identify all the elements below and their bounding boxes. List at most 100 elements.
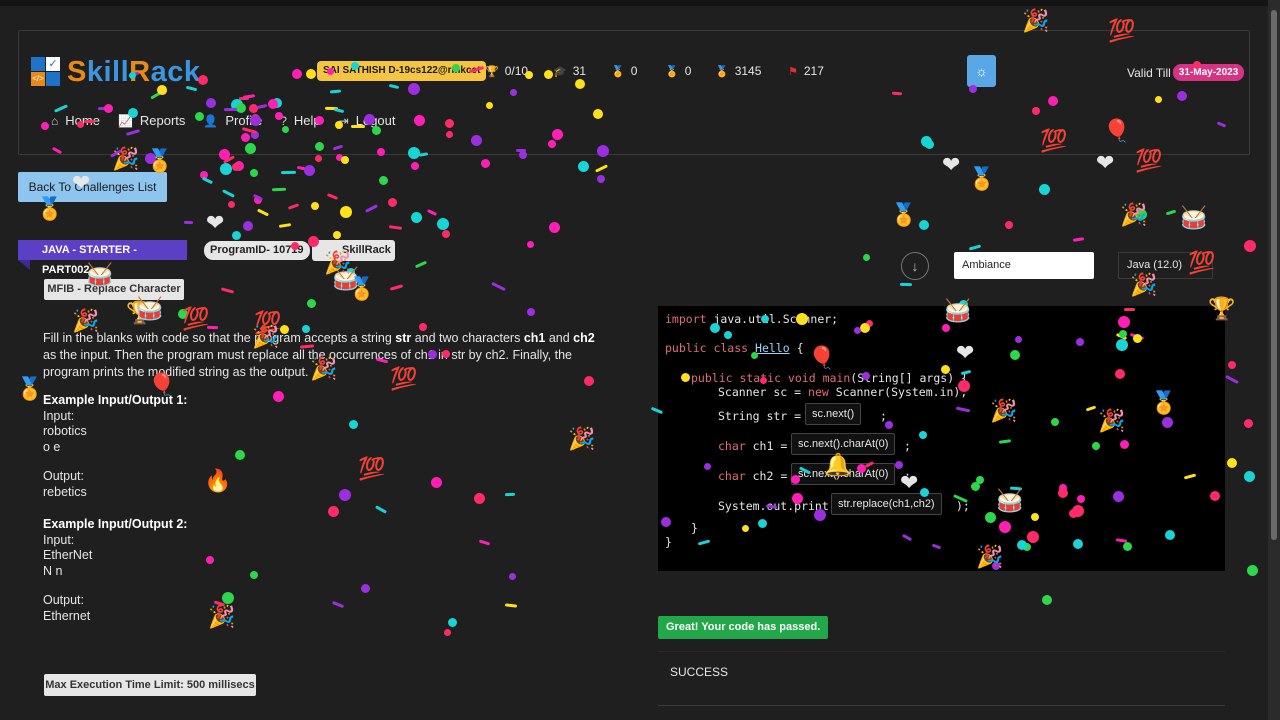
confetti-piece [742, 525, 749, 532]
confetti-piece [1123, 542, 1132, 551]
confetti-piece [1228, 361, 1236, 369]
confetti-piece [304, 165, 315, 176]
confetti-emoji-icon: 🎈 [148, 372, 176, 397]
confetti-piece [77, 121, 84, 128]
confetti-piece [379, 176, 388, 185]
confetti-piece [791, 475, 800, 484]
confetti-piece [411, 212, 422, 223]
confetti-piece [510, 89, 517, 96]
confetti-emoji-icon: ❤ [900, 470, 919, 495]
confetti-piece [976, 476, 984, 484]
confetti-piece [315, 142, 324, 151]
confetti-piece [792, 493, 803, 504]
blank-1-field[interactable]: sc.next() [805, 403, 862, 425]
confetti-emoji-icon: ❤ [942, 152, 961, 177]
track-ribbon: JAVA - STARTER - PART002 [18, 240, 187, 276]
confetti-piece [1227, 458, 1237, 468]
page-scrollbar[interactable] [1268, 0, 1280, 720]
confetti-piece [862, 372, 870, 380]
confetti-piece [377, 148, 385, 156]
confetti-piece [969, 85, 977, 93]
confetti-emoji-icon: 🏅 [16, 376, 44, 401]
confetti-piece [1120, 440, 1129, 449]
confetti-piece [704, 463, 711, 470]
arrow-down-circle-icon[interactable]: ↓ [901, 252, 929, 280]
confetti-piece [250, 115, 261, 126]
user-icon: 👤 [203, 113, 219, 128]
confetti-piece [1133, 334, 1142, 343]
confetti-piece [250, 571, 258, 579]
confetti-piece [1092, 442, 1100, 450]
confetti-piece [814, 509, 826, 521]
confetti-piece [206, 98, 216, 108]
confetti-piece [302, 325, 310, 333]
logo-mark-icon: ✓ </> [31, 57, 61, 87]
ribbon-tail [18, 260, 30, 270]
confetti-piece [306, 69, 316, 79]
medal-red-icon: 🏅 [715, 65, 729, 78]
confetti-piece [525, 71, 533, 79]
confetti-piece [206, 556, 214, 564]
confetti-piece [724, 331, 732, 339]
confetti-emoji-icon: 🎉 [208, 604, 236, 629]
confetti-piece [999, 521, 1011, 533]
confetti-piece [414, 115, 425, 126]
confetti-piece [245, 143, 256, 154]
confetti-piece [315, 155, 322, 162]
confetti-piece [1039, 184, 1050, 195]
confetti-emoji-icon: 🎉 [310, 356, 338, 381]
confetti-emoji-icon: 🏅 [36, 196, 64, 221]
confetti-piece [444, 629, 451, 636]
confetti-piece [275, 112, 283, 120]
confetti-piece [311, 202, 319, 210]
theme-toggle-button[interactable]: ☼ [967, 55, 996, 87]
confetti-piece [222, 592, 234, 604]
confetti-piece [481, 159, 490, 168]
confetti-emoji-icon: 🥁 [944, 298, 972, 323]
confetti-emoji-icon: 💯 [182, 306, 210, 331]
confetti-emoji-icon: 🎉 [976, 544, 1004, 569]
confetti-piece [241, 133, 250, 142]
confetti-piece [448, 618, 457, 627]
confetti-piece [760, 377, 767, 384]
confetti-piece [282, 126, 289, 133]
medal-gold-icon: 🏅 [611, 65, 625, 78]
confetti-piece [921, 136, 932, 147]
confetti-piece [919, 431, 927, 439]
confetti-piece [1193, 61, 1201, 69]
confetti-piece [408, 83, 420, 95]
confetti-emoji-icon: 💯 [1188, 250, 1216, 275]
confetti-piece [442, 350, 450, 358]
confetti-emoji-icon: 🏆 [1208, 296, 1236, 321]
confetti-piece [442, 230, 450, 238]
confetti-piece [549, 222, 560, 233]
confetti-piece [232, 231, 241, 240]
confetti-piece [471, 135, 482, 146]
confetti-emoji-icon: 🎉 [1022, 8, 1050, 33]
confetti-piece [198, 75, 208, 85]
stat-flags: ⚑ 217 [788, 64, 824, 78]
confetti-piece [1162, 417, 1173, 428]
confetti-piece [1027, 531, 1039, 543]
example-1: Example Input/Output 1: Input: robotics … [43, 393, 188, 499]
skillrack-logo[interactable]: ✓ </> SkillRack [31, 56, 201, 88]
confetti-piece [584, 376, 594, 386]
confetti-piece [339, 489, 351, 501]
confetti-piece [104, 104, 113, 113]
confetti-piece [223, 107, 238, 112]
confetti-emoji-icon: 💯 [358, 456, 386, 481]
confetti-piece [349, 420, 358, 429]
valid-date-badge: 31-May-2023 [1172, 64, 1245, 81]
editor-theme-select[interactable]: Ambiance [954, 252, 1094, 279]
confetti-piece [364, 114, 375, 125]
confetti-piece [1032, 107, 1040, 115]
stat-gold: 🏅 0 [611, 64, 638, 78]
confetti-emoji-icon: 🎉 [112, 146, 140, 171]
confetti-piece [1058, 488, 1068, 498]
confetti-piece [1072, 505, 1084, 517]
scrollbar-thumb[interactable] [1271, 10, 1277, 540]
confetti-piece [486, 102, 493, 109]
confetti-piece [41, 122, 49, 130]
confetti-emoji-icon: 🎉 [72, 308, 100, 333]
confetti-emoji-icon: 💯 [1040, 128, 1068, 153]
